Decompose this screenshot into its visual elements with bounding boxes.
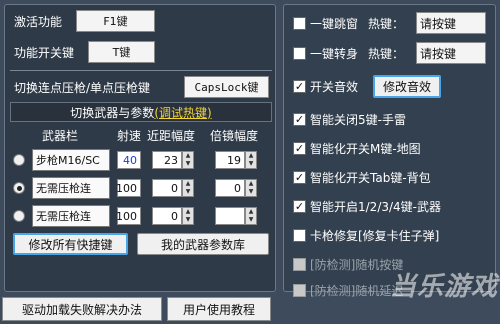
jump-window-checkbox[interactable] — [293, 17, 306, 30]
check-icon: ✓ — [294, 113, 305, 126]
weapon-section-header: 切换武器与参数 (调试热键) — [10, 102, 272, 122]
column-weapon: 武器栏 — [42, 129, 79, 143]
activate-hotkey-field[interactable]: F1键 — [76, 10, 155, 32]
scope-amplitude-input[interactable]: 19 — [215, 151, 245, 169]
toggle-label: 功能开关键 — [14, 46, 75, 60]
option-checkbox[interactable]: ✓ — [293, 113, 306, 126]
divider — [10, 70, 272, 71]
modify-all-hotkeys-button[interactable]: 修改所有快捷键 — [13, 233, 128, 255]
option-checkbox-disabled — [293, 258, 306, 271]
column-rate: 射速 — [117, 129, 142, 143]
check-icon: ✓ — [294, 200, 305, 213]
column-scope: 倍镜幅度 — [210, 129, 259, 143]
my-weapon-params-button[interactable]: 我的武器参数库 — [137, 233, 269, 255]
rate-input[interactable]: 100 — [116, 207, 141, 225]
switch-mode-hotkey-field[interactable]: CapsLock键 — [184, 76, 269, 98]
rate-input[interactable]: 40 — [117, 151, 141, 169]
spin-down-icon: ▼ — [248, 216, 254, 223]
switch-mode-label: 切换连点压枪/单点压枪键 — [14, 81, 151, 95]
check-icon: ✓ — [294, 80, 305, 93]
spin-down-icon: ▼ — [248, 160, 254, 167]
spin-down-icon: ▼ — [185, 160, 191, 167]
one-key-turn-label: 一键转身 — [310, 47, 359, 61]
hotkey-label: 热键： — [368, 17, 405, 31]
option-checkbox[interactable]: ✓ — [293, 200, 306, 213]
debug-hotkey-link[interactable]: (调试热键) — [154, 104, 211, 121]
option-label: 智能化开关M键-地图 — [310, 142, 421, 156]
check-icon: ✓ — [294, 142, 305, 155]
near-amplitude-input[interactable]: 0 — [152, 179, 182, 197]
weapon-select-radio[interactable] — [13, 182, 25, 194]
rate-input[interactable]: 100 — [116, 179, 141, 197]
scope-amplitude-input[interactable] — [215, 207, 245, 225]
hotkey-label: 热键： — [368, 47, 405, 61]
near-amplitude-spinner[interactable]: ▲ ▼ — [182, 151, 194, 169]
activate-label: 激活功能 — [14, 15, 63, 29]
switch-sound-checkbox[interactable]: ✓ — [293, 80, 306, 93]
near-amplitude-input[interactable]: 0 — [152, 207, 182, 225]
option-checkbox[interactable]: ✓ — [293, 142, 306, 155]
spin-up-icon: ▲ — [248, 152, 254, 159]
scope-amplitude-spinner[interactable]: ▲ ▼ — [245, 151, 257, 169]
check-icon: ✓ — [294, 171, 305, 184]
column-near: 近距幅度 — [147, 129, 196, 143]
near-amplitude-spinner[interactable]: ▲ ▼ — [182, 207, 194, 225]
option-label: 智能关闭5键-手雷 — [310, 113, 406, 127]
spin-down-icon: ▼ — [185, 216, 191, 223]
modify-sound-button[interactable]: 修改音效 — [373, 75, 441, 98]
weapon-name-field[interactable]: 步枪M16/SC — [32, 149, 110, 171]
spin-down-icon: ▼ — [248, 188, 254, 195]
weapon-name-field[interactable]: 无需压枪连 — [32, 205, 110, 227]
near-amplitude-input[interactable]: 23 — [152, 151, 182, 169]
option-label: 智能开启1/2/3/4键-武器 — [310, 200, 441, 214]
jump-window-hotkey-field[interactable]: 请按键 — [416, 12, 486, 34]
scope-amplitude-input[interactable]: 0 — [215, 179, 245, 197]
spin-up-icon: ▲ — [185, 152, 191, 159]
one-key-turn-hotkey-field[interactable]: 请按键 — [416, 42, 486, 64]
option-label: 卡枪修复[修复卡住子弹] — [310, 229, 440, 243]
scope-amplitude-spinner[interactable]: ▲ ▼ — [245, 207, 257, 225]
spin-up-icon: ▲ — [248, 208, 254, 215]
option-label: 智能化开关Tab键-背包 — [310, 171, 431, 185]
option-checkbox[interactable] — [293, 229, 306, 242]
spin-up-icon: ▲ — [185, 208, 191, 215]
user-tutorial-button[interactable]: 用户使用教程 — [167, 297, 271, 321]
near-amplitude-spinner[interactable]: ▲ ▼ — [182, 179, 194, 197]
radio-selected-dot — [16, 185, 22, 191]
weapon-section-title: 切换武器与参数 — [70, 105, 155, 120]
toggle-hotkey-field[interactable]: T键 — [88, 41, 155, 63]
option-checkbox[interactable]: ✓ — [293, 171, 306, 184]
driver-fix-button[interactable]: 驱动加载失败解决办法 — [2, 297, 162, 321]
weapon-select-radio[interactable] — [13, 154, 25, 166]
weapon-name-field[interactable]: 无需压枪连 — [32, 177, 110, 199]
watermark-logo: 当乐游戏 — [390, 272, 499, 302]
spin-down-icon: ▼ — [185, 188, 191, 195]
weapon-select-radio[interactable] — [13, 210, 25, 222]
spin-up-icon: ▲ — [185, 180, 191, 187]
jump-window-label: 一键跳窗 — [310, 17, 359, 31]
spin-up-icon: ▲ — [248, 180, 254, 187]
switch-sound-label: 开关音效 — [310, 80, 359, 94]
one-key-turn-checkbox[interactable] — [293, 47, 306, 60]
option-checkbox-disabled — [293, 284, 306, 297]
scope-amplitude-spinner[interactable]: ▲ ▼ — [245, 179, 257, 197]
